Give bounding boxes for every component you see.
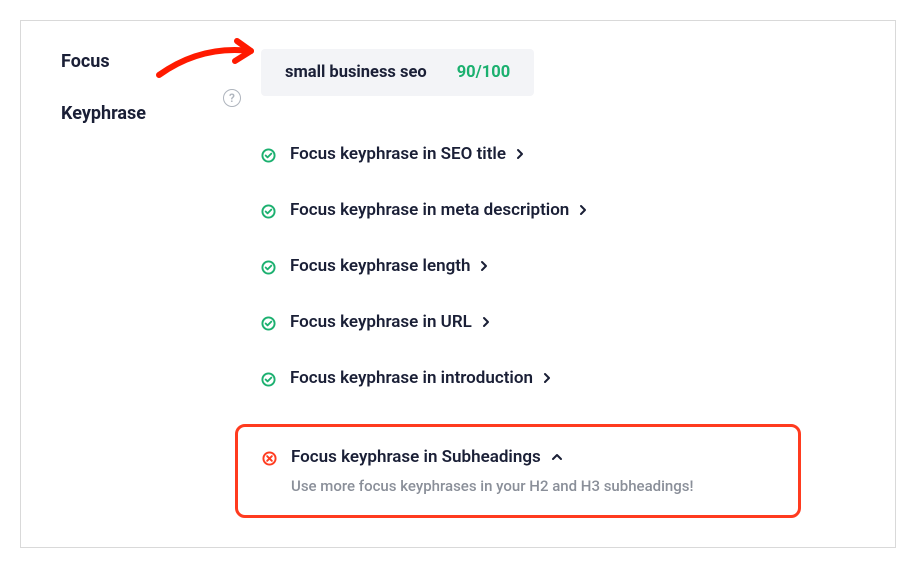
check-url[interactable]: Focus keyphrase in URL — [261, 312, 855, 332]
check-pass-icon — [261, 372, 276, 387]
check-fail-icon — [262, 451, 277, 466]
check-pass-icon — [261, 316, 276, 331]
field-label-line2: Keyphrase — [61, 103, 221, 125]
keyphrase-score: 90/100 — [457, 63, 510, 82]
check-label: Focus keyphrase in introduction — [290, 368, 533, 388]
highlighted-check-box: Focus keyphrase in Subheadings Use more … — [235, 424, 801, 518]
check-pass-icon — [261, 260, 276, 275]
field-label-line1: Focus — [61, 51, 221, 73]
chevron-right-icon — [480, 260, 488, 272]
chevron-right-icon — [482, 316, 490, 328]
check-pass-icon — [261, 148, 276, 163]
help-icon[interactable]: ? — [223, 89, 241, 107]
check-detail-text: Use more focus keyphrases in your H2 and… — [291, 477, 693, 495]
field-label-area: Focus Keyphrase ? — [61, 51, 221, 124]
check-label: Focus keyphrase length — [290, 256, 470, 276]
check-meta-description[interactable]: Focus keyphrase in meta description — [261, 200, 855, 220]
chevron-right-icon — [516, 148, 524, 160]
chevron-right-icon — [543, 372, 551, 384]
check-keyphrase-length[interactable]: Focus keyphrase length — [261, 256, 855, 276]
seo-check-list: Focus keyphrase in SEO title Focus keyph… — [261, 144, 855, 548]
keyphrase-input-box[interactable]: small business seo 90/100 — [261, 49, 534, 96]
keyphrase-value: small business seo — [285, 63, 427, 82]
check-pass-icon — [261, 204, 276, 219]
check-subheadings[interactable]: Focus keyphrase in Subheadings Use more … — [262, 447, 774, 495]
check-label: Focus keyphrase in SEO title — [290, 144, 506, 164]
chevron-up-icon — [551, 453, 563, 461]
check-label: Focus keyphrase in URL — [290, 312, 472, 332]
check-label: Focus keyphrase in meta description — [290, 200, 569, 220]
check-introduction[interactable]: Focus keyphrase in introduction — [261, 368, 855, 388]
seo-focus-keyphrase-panel: Focus Keyphrase ? small business seo 90/… — [20, 20, 896, 548]
check-seo-title[interactable]: Focus keyphrase in SEO title — [261, 144, 855, 164]
chevron-right-icon — [579, 204, 587, 216]
check-label: Focus keyphrase in Subheadings — [291, 447, 541, 467]
keyphrase-content: small business seo 90/100 Focus keyphras… — [261, 49, 855, 548]
